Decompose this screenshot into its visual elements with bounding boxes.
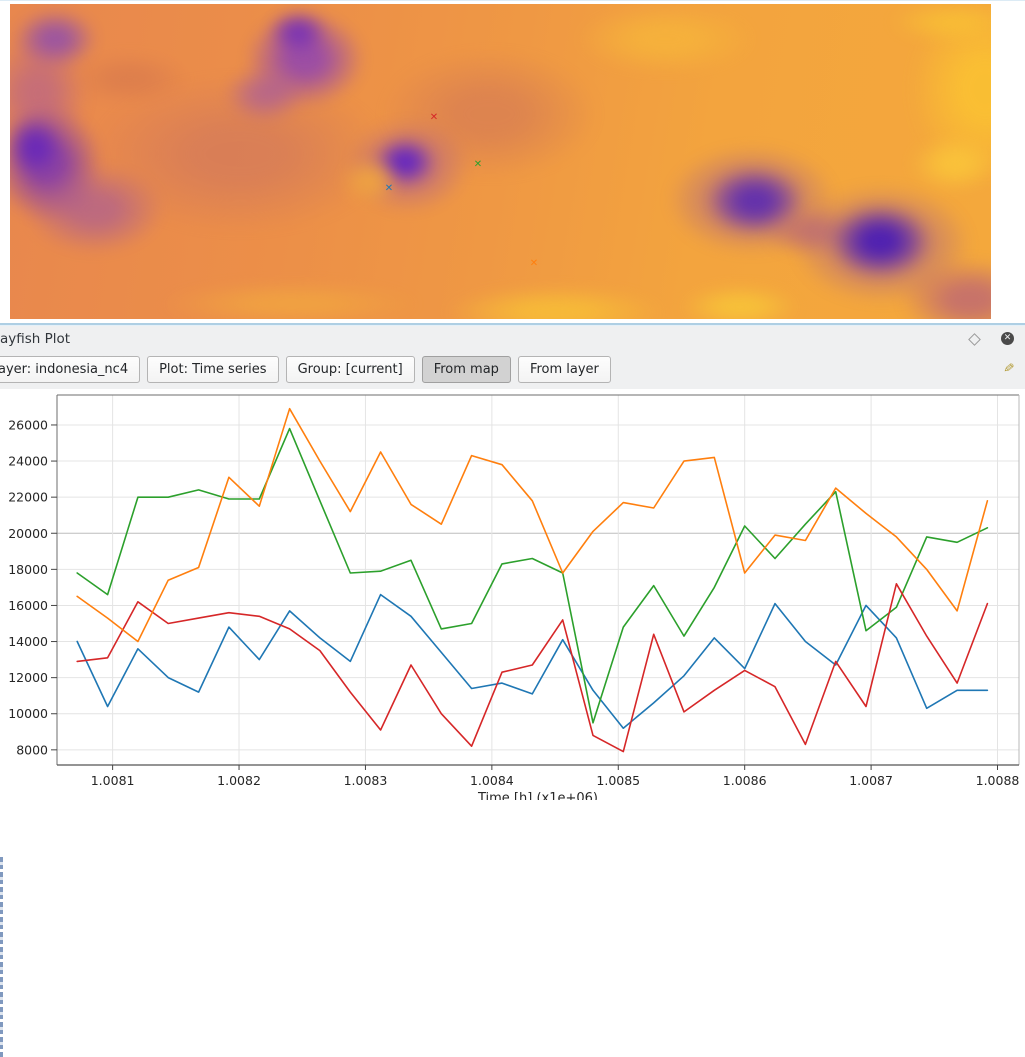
colormap-blob [910, 136, 991, 192]
x-tick-label: 1.0086 [723, 773, 767, 788]
colormap-blob [680, 285, 800, 319]
float-panel-icon[interactable] [968, 333, 981, 346]
time-series-chart[interactable]: 8000 10000 12000 14000 16000 18000 20000 22000 2… [0, 389, 1025, 800]
colormap-blob [900, 259, 991, 319]
orange-point-marker: ✕ [529, 259, 539, 269]
crayfish-plot-window: ✕ ✕ ✕ ✕ ayfish Plot ✕ ayer: indonesia_nc4 Pl… [0, 0, 1025, 800]
colormap-blob [890, 4, 991, 42]
y-tick-label: 20000 [8, 526, 48, 541]
green-point-marker: ✕ [473, 160, 483, 170]
blue-point-marker: ✕ [384, 184, 394, 194]
series-line-orange [77, 409, 987, 642]
raster-map[interactable]: ✕ ✕ ✕ ✕ [10, 4, 991, 319]
chart-plot-area: 8000 10000 12000 14000 16000 18000 20000 22000 2… [0, 389, 1025, 800]
colormap-blob [225, 66, 305, 122]
y-tick-label: 24000 [8, 454, 48, 469]
toolbar-button-from-layer[interactable]: From layer [518, 356, 611, 383]
series-line-red [77, 584, 987, 752]
y-tick-label: 8000 [16, 742, 48, 757]
map-canvas[interactable]: ✕ ✕ ✕ ✕ [0, 0, 1025, 323]
colormap-blob [575, 4, 755, 74]
x-tick-label: 1.0081 [91, 773, 135, 788]
y-tick-label: 16000 [8, 598, 48, 613]
x-tick-label: 1.0087 [849, 773, 893, 788]
y-axis-label-clipped [0, 857, 3, 1057]
crayfish-plot-panel: ayfish Plot ✕ ayer: indonesia_nc4 Plot: T… [0, 326, 1025, 389]
colormap-blob [340, 157, 400, 205]
colormap-blob [268, 10, 328, 54]
toolbar-button-plot-time-series[interactable]: Plot: Time series [147, 356, 278, 383]
x-tick-label: 1.0083 [344, 773, 388, 788]
colormap-blob [160, 282, 420, 319]
x-tick-label: 1.0084 [470, 773, 514, 788]
pencil-icon[interactable]: ✎ [1000, 361, 1016, 373]
plot-toolbar: ayer: indonesia_nc4 Plot: Time series Grou… [0, 356, 611, 383]
y-tick-label: 12000 [8, 670, 48, 685]
colormap-blob [445, 286, 665, 319]
y-tick-label: 26000 [8, 417, 48, 432]
red-point-marker: ✕ [429, 113, 439, 123]
x-tick-label: 1.0082 [217, 773, 261, 788]
y-tick-label: 18000 [8, 562, 48, 577]
toolbar-button-group-current-[interactable]: Group: [current] [286, 356, 415, 383]
y-tick-label: 14000 [8, 634, 48, 649]
y-tick-label: 22000 [8, 490, 48, 505]
y-tick-label: 10000 [8, 706, 48, 721]
x-axis-label: Time [h] (x1e+06) [477, 791, 598, 800]
panel-title: ayfish Plot [0, 331, 70, 347]
close-panel-icon[interactable]: ✕ [1001, 332, 1014, 345]
toolbar-button-from-map[interactable]: From map [422, 356, 511, 383]
x-tick-label: 1.0085 [596, 773, 640, 788]
series-line-green [77, 429, 987, 723]
x-tick-label: 1.0088 [976, 773, 1020, 788]
toolbar-button-ayer-indonesia-nc4[interactable]: ayer: indonesia_nc4 [0, 356, 140, 383]
